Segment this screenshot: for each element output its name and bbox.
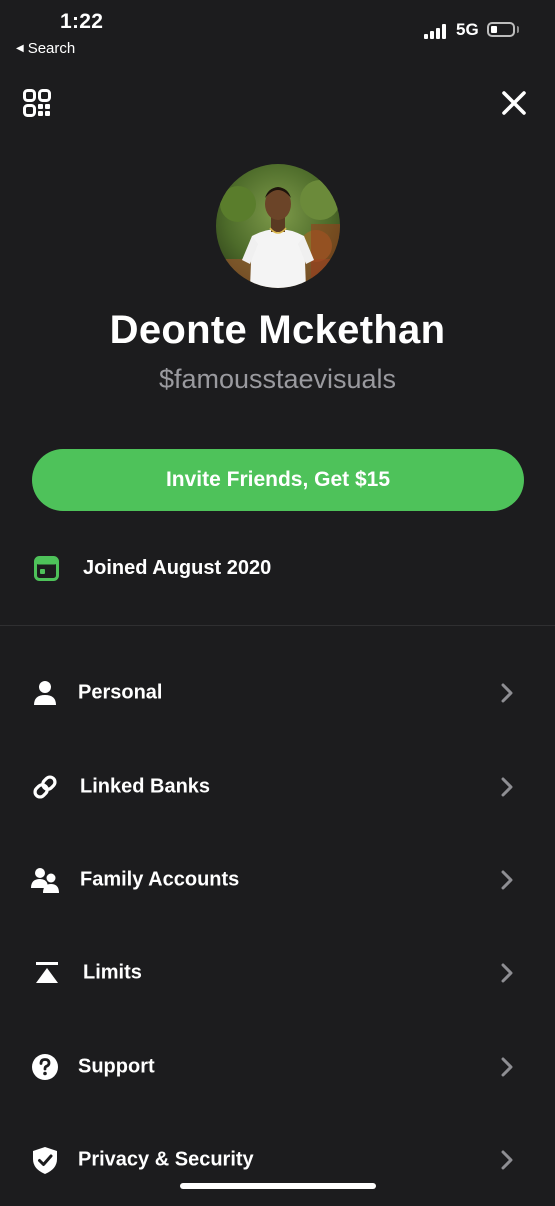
back-to-search-link[interactable]: ◀ Search (16, 40, 75, 57)
home-indicator[interactable] (180, 1183, 376, 1189)
divider (0, 625, 555, 626)
shield-icon (30, 1145, 60, 1175)
menu-label-support: Support (78, 1055, 155, 1077)
cellular-signal-icon (424, 22, 450, 39)
limits-icon (33, 958, 63, 988)
menu-label-personal: Personal (78, 681, 163, 703)
menu-item-limits[interactable]: Limits (0, 926, 555, 1019)
chevron-right-icon (498, 1056, 516, 1078)
menu-label-limits: Limits (83, 961, 142, 983)
profile-cashtag: $famousstaevisuals (158, 364, 397, 394)
menu-label-linked-banks: Linked Banks (80, 775, 211, 797)
calendar-icon (34, 556, 59, 581)
menu-item-family-accounts[interactable]: Family Accounts (0, 833, 555, 926)
chevron-right-icon (498, 776, 516, 798)
chevron-right-icon (498, 682, 516, 704)
menu-item-privacy-security[interactable]: Privacy & Security (0, 1113, 555, 1206)
menu-label-family-accounts: Family Accounts (80, 868, 240, 890)
chevron-right-icon (498, 1149, 516, 1171)
joined-date: Joined August 2020 (83, 557, 272, 579)
back-arrow-icon: ◀ (16, 43, 24, 54)
chevron-right-icon (498, 962, 516, 984)
menu-item-linked-banks[interactable]: Linked Banks (0, 740, 555, 833)
qr-code-icon[interactable] (23, 89, 51, 117)
battery-icon (487, 22, 515, 37)
profile-name: Deonte Mckethan (109, 308, 446, 352)
close-icon[interactable] (499, 88, 529, 118)
network-type: 5G (456, 20, 479, 39)
link-icon (30, 772, 60, 802)
menu-label-privacy-security: Privacy & Security (78, 1148, 254, 1170)
menu-item-support[interactable]: Support (0, 1020, 555, 1113)
back-label: Search (27, 40, 76, 57)
battery-tip (517, 26, 519, 33)
invite-friends-button[interactable]: Invite Friends, Get $15 (32, 449, 524, 511)
status-time: 1:22 (60, 10, 104, 33)
chevron-right-icon (498, 869, 516, 891)
person-icon (30, 678, 60, 708)
menu-item-personal[interactable]: Personal (0, 646, 555, 739)
question-icon (30, 1052, 60, 1082)
family-icon (30, 865, 60, 895)
avatar[interactable] (216, 164, 340, 288)
